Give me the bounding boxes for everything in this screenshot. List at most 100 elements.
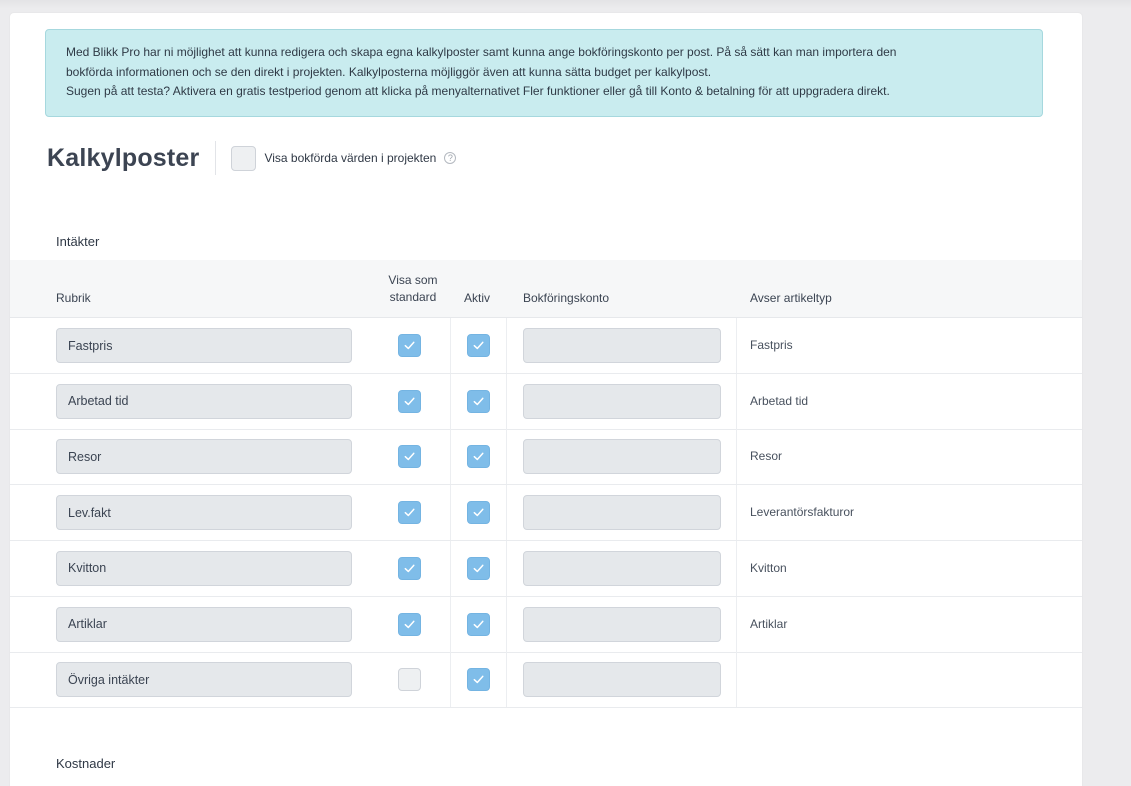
checkmark-icon <box>403 450 416 463</box>
column-divider <box>450 485 451 541</box>
account-input[interactable] <box>523 383 721 419</box>
column-divider <box>736 540 737 596</box>
info-line-1: Med Blikk Pro har ni möjlighet att kunna… <box>66 45 897 59</box>
rubrik-value: Arbetad tid <box>68 394 129 409</box>
column-header-show-as-line2: standard <box>389 290 437 304</box>
column-header-rubrik: Rubrik <box>56 291 91 305</box>
table-row: Arbetad tid Arbetad tid <box>10 373 1082 430</box>
show-as-standard-checkbox[interactable] <box>398 445 421 469</box>
rubrik-input[interactable]: Artiklar <box>56 606 352 642</box>
column-divider <box>506 485 507 541</box>
rubrik-value: Fastpris <box>68 338 113 353</box>
show-as-standard-checkbox[interactable] <box>398 556 421 580</box>
column-divider <box>736 485 737 541</box>
rubrik-value: Övriga intäkter <box>68 672 150 687</box>
checkmark-icon <box>403 395 416 408</box>
column-divider <box>450 652 451 708</box>
top-shadow-bar <box>0 0 1131 9</box>
rubrik-value: Artiklar <box>68 617 107 631</box>
table-row: Kvitton Kvitton <box>10 540 1082 597</box>
show-as-standard-checkbox[interactable] <box>398 668 421 692</box>
column-divider <box>450 596 451 652</box>
show-as-standard-checkbox[interactable] <box>398 612 421 636</box>
column-divider <box>450 429 451 485</box>
rubrik-input[interactable]: Lev.fakt <box>56 495 352 531</box>
active-checkbox[interactable] <box>467 501 490 525</box>
rubrik-input[interactable]: Arbetad tid <box>56 383 352 419</box>
section-title-income: Intäkter <box>56 234 100 249</box>
rubrik-input[interactable]: Fastpris <box>56 328 352 363</box>
active-checkbox[interactable] <box>467 668 490 692</box>
income-table-header: Rubrik Visa som standard Aktiv Bokföring… <box>10 260 1082 318</box>
column-divider <box>506 373 507 429</box>
section-title-costs: Kostnader <box>56 756 116 771</box>
column-divider <box>506 429 507 485</box>
account-input[interactable] <box>523 328 721 363</box>
rubrik-value: Lev.fakt <box>68 505 111 520</box>
checkmark-icon <box>403 339 416 352</box>
account-input[interactable] <box>523 550 721 586</box>
column-divider <box>450 540 451 596</box>
heading-divider <box>215 141 217 175</box>
page-title: Kalkylposter <box>47 143 200 172</box>
account-input[interactable] <box>523 662 721 698</box>
info-line-3: Sugen på att testa? Aktivera en gratis t… <box>66 84 890 98</box>
rubrik-input[interactable]: Kvitton <box>56 550 352 586</box>
account-input[interactable] <box>523 606 721 642</box>
article-type: Fastpris <box>750 338 793 352</box>
upgrade-info-banner: Med Blikk Pro har ni möjlighet att kunna… <box>45 29 1043 117</box>
article-type: Artiklar <box>750 616 788 631</box>
active-checkbox[interactable] <box>467 389 490 413</box>
column-divider <box>736 596 737 652</box>
article-type: Kvitton <box>750 560 787 575</box>
article-type: Resor <box>750 449 783 464</box>
checkmark-icon <box>403 562 416 575</box>
active-checkbox[interactable] <box>467 556 490 580</box>
show-booked-values-label[interactable]: Visa bokförda värden i projekten <box>264 151 436 165</box>
column-divider <box>736 652 737 708</box>
rubrik-input[interactable]: Resor <box>56 439 352 475</box>
column-divider <box>506 318 507 373</box>
account-input[interactable] <box>523 439 721 475</box>
active-checkbox[interactable] <box>467 334 490 357</box>
column-divider <box>450 373 451 429</box>
checkmark-icon <box>403 506 416 519</box>
checkmark-icon <box>472 673 485 686</box>
column-divider <box>450 318 451 373</box>
info-line-2: bokförda informationen och se den direkt… <box>66 64 712 79</box>
column-header-article-type: Avser artikeltyp <box>750 291 832 305</box>
column-divider <box>736 318 737 373</box>
checkmark-icon <box>472 562 485 575</box>
column-header-account: Bokföringskonto <box>523 291 610 305</box>
column-divider <box>506 540 507 596</box>
active-checkbox[interactable] <box>467 612 490 636</box>
column-divider <box>736 373 737 429</box>
show-as-standard-checkbox[interactable] <box>398 501 421 525</box>
show-as-standard-checkbox[interactable] <box>398 334 421 357</box>
show-booked-values-checkbox[interactable] <box>231 145 257 171</box>
article-type: Arbetad tid <box>750 393 809 408</box>
column-header-show-as-line1: Visa som <box>388 273 438 287</box>
active-checkbox[interactable] <box>467 445 490 469</box>
column-divider <box>506 652 507 708</box>
article-type: Leverantörsfakturor <box>750 505 855 520</box>
column-header-active: Aktiv <box>464 291 491 305</box>
checkmark-icon <box>403 618 416 631</box>
table-row: Artiklar Artiklar <box>10 596 1082 653</box>
checkmark-icon <box>472 618 485 631</box>
checkmark-icon <box>472 395 485 408</box>
heading-row: Kalkylposter Visa bokförda värden i proj… <box>47 140 457 176</box>
column-divider <box>506 596 507 652</box>
checkmark-icon <box>472 339 485 352</box>
checkmark-icon <box>472 506 485 519</box>
table-row: Fastpris Fastpris <box>10 318 1082 374</box>
rubrik-input[interactable]: Övriga intäkter <box>56 662 352 698</box>
question-circle-icon[interactable]: ? <box>444 152 457 164</box>
table-row: Övriga intäkter <box>10 652 1082 709</box>
table-row: Resor Resor <box>10 429 1082 486</box>
rubrik-value: Kvitton <box>68 561 107 576</box>
column-divider <box>736 429 737 485</box>
show-as-standard-checkbox[interactable] <box>398 389 421 413</box>
account-input[interactable] <box>523 495 721 531</box>
table-row: Lev.fakt Leverantörsfakturor <box>10 485 1082 542</box>
